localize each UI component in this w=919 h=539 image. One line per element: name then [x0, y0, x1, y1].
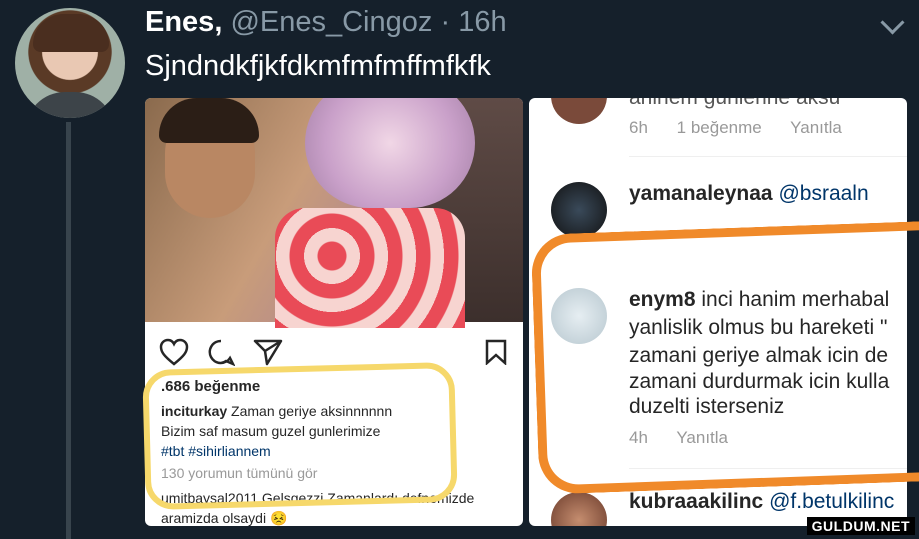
- tweet-time[interactable]: 16h: [458, 6, 506, 38]
- post-photo: [145, 98, 523, 328]
- tweet-text: Sjndndkfjkfdkmfmfmffmfkfk: [145, 50, 491, 82]
- header-separator: ·: [440, 6, 451, 38]
- comment1-avatar[interactable]: [551, 182, 607, 238]
- yellow-highlight: [142, 361, 458, 511]
- top-comment-time: 6h: [629, 118, 648, 137]
- comment1-line: yamanaleynaa @bsraaln: [629, 182, 869, 206]
- author-avatar[interactable]: [15, 8, 125, 118]
- thread-line: [66, 122, 71, 539]
- top-comment-reply[interactable]: Yanıtla: [790, 118, 842, 137]
- divider: [629, 156, 907, 157]
- watermark: GULDUM.NET: [806, 517, 915, 535]
- top-comment-fragment: anlnem gunlerine aksu: [629, 98, 840, 110]
- next-comment-line-2: aramizda olsaydi 😣: [161, 510, 288, 526]
- author-name[interactable]: Enes,: [145, 6, 222, 38]
- comment3-mention[interactable]: @f.betulkilinc: [769, 490, 894, 513]
- top-comment-avatar[interactable]: [551, 98, 607, 124]
- tweet-header: Enes, @Enes_Cingoz · 16h: [145, 6, 507, 39]
- comment3-line: kubraaakilinc @f.betulkilinc: [629, 490, 894, 514]
- top-comment-likes[interactable]: 1 beğenme: [677, 118, 762, 137]
- bookmark-icon[interactable]: [485, 339, 507, 365]
- heart-icon[interactable]: [159, 338, 189, 366]
- chevron-down-icon[interactable]: [880, 10, 905, 35]
- comment3-user[interactable]: kubraaakilinc: [629, 490, 763, 513]
- comment1-user[interactable]: yamanaleynaa: [629, 182, 773, 205]
- comment3-avatar[interactable]: [551, 492, 607, 526]
- orange-highlight: [530, 221, 919, 495]
- comment1-mention[interactable]: @bsraaln: [778, 182, 868, 205]
- post-actions: [159, 338, 283, 366]
- top-comment-meta: 6h 1 beğenme Yanıtla: [629, 118, 866, 138]
- comment-icon[interactable]: [207, 338, 235, 366]
- author-handle[interactable]: @Enes_Cingoz: [230, 6, 432, 38]
- share-icon[interactable]: [253, 338, 283, 366]
